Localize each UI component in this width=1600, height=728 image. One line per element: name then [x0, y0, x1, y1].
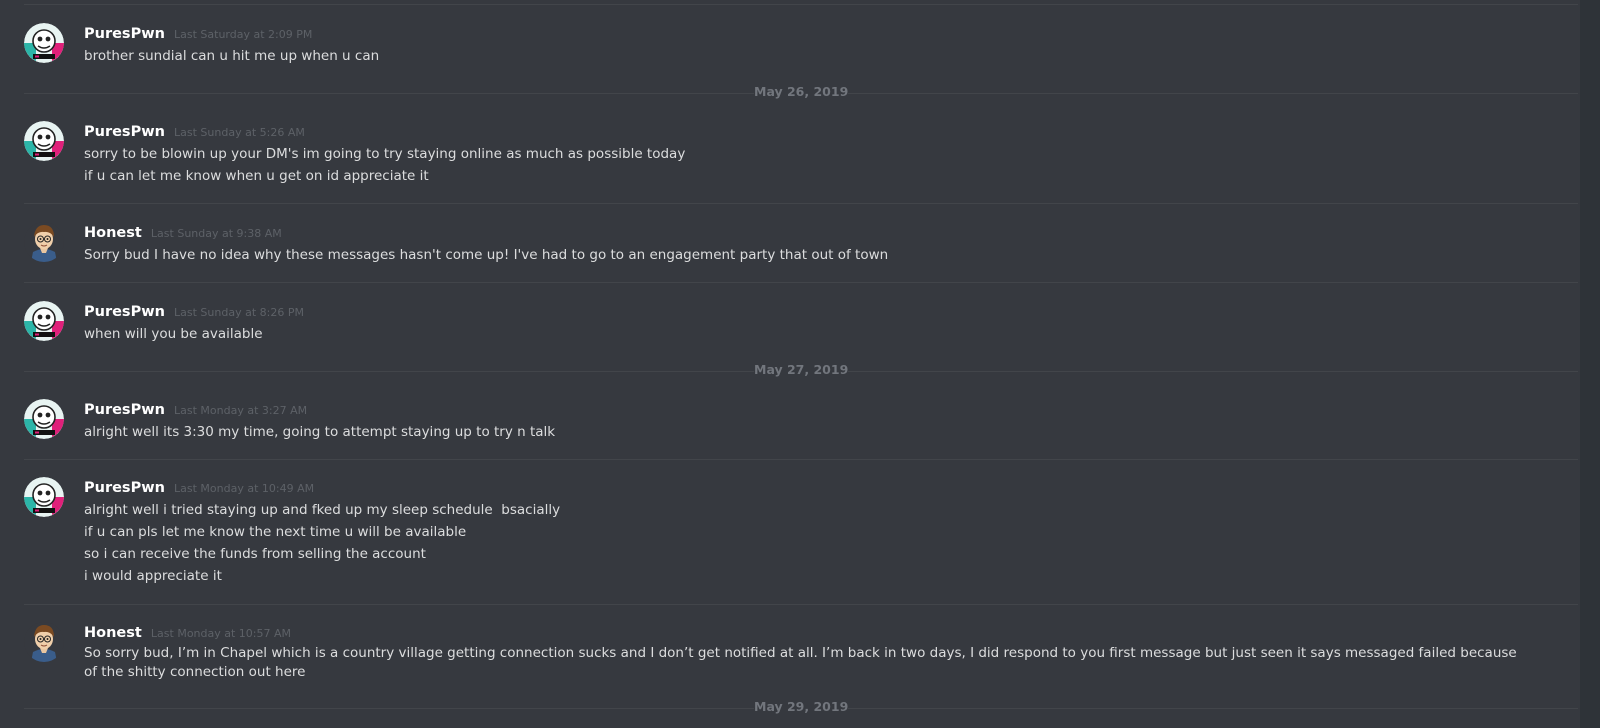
- message-body: alright well i tried staying up and fked…: [84, 499, 1534, 587]
- message-text: so i can receive the funds from selling …: [84, 546, 426, 562]
- date-divider-label: May 26, 2019: [754, 84, 849, 99]
- date-divider-label: May 29, 2019: [754, 699, 849, 714]
- message-header: Honest Last Sunday at 9:38 AM: [84, 222, 282, 242]
- timestamp: Last Saturday at 2:09 PM: [174, 28, 313, 41]
- username[interactable]: PuresPwn: [84, 480, 165, 496]
- message-text: alright well its 3:30 my time, going to …: [84, 424, 556, 440]
- timestamp: Last Monday at 10:49 AM: [174, 482, 315, 495]
- chat-message-list[interactable]: PuresPwn Last Saturday at 2:09 PM brothe…: [0, 0, 1600, 728]
- timestamp: Last Sunday at 9:38 AM: [150, 227, 282, 240]
- message-header: PuresPwn Last Monday at 3:27 AM: [84, 399, 307, 419]
- scrollbar-track[interactable]: [1580, 0, 1600, 728]
- skull-badge-avatar[interactable]: [24, 399, 64, 439]
- message-header: PuresPwn Last Monday at 10:49 AM: [84, 477, 314, 497]
- message-header: PuresPwn Last Sunday at 5:26 AM: [84, 121, 305, 141]
- message-separator: [24, 282, 1578, 283]
- message-separator: [24, 203, 1578, 204]
- username[interactable]: PuresPwn: [84, 124, 165, 140]
- message-text: Sorry bud I have no idea why these messa…: [84, 247, 889, 263]
- skull-badge-avatar[interactable]: [24, 23, 64, 63]
- timestamp: Last Sunday at 8:26 PM: [174, 306, 304, 319]
- message-text: So sorry bud, I’m in Chapel which is a c…: [84, 645, 1522, 680]
- date-divider: May 27, 2019: [24, 361, 1578, 381]
- timestamp: Last Monday at 10:57 AM: [150, 627, 292, 640]
- cartoon-boy-avatar[interactable]: [24, 222, 64, 262]
- date-divider: May 26, 2019: [24, 83, 1578, 103]
- message-text: if u can pls let me know the next time u…: [84, 524, 467, 540]
- message-separator: [24, 604, 1578, 605]
- message-text: sorry to be blowin up your DM's im going…: [84, 146, 686, 162]
- message-text: brother sundial can u hit me up when u c…: [84, 48, 380, 64]
- message-body: brother sundial can u hit me up when u c…: [84, 45, 1534, 67]
- timestamp: Last Sunday at 5:26 AM: [174, 126, 305, 139]
- skull-badge-avatar[interactable]: [24, 477, 64, 517]
- message-separator: [24, 4, 1578, 5]
- username[interactable]: Honest: [84, 225, 142, 241]
- message-body: So sorry bud, I’m in Chapel which is a c…: [84, 644, 1534, 682]
- skull-badge-avatar[interactable]: [24, 301, 64, 341]
- cartoon-boy-avatar[interactable]: [24, 622, 64, 662]
- message-body: Sorry bud I have no idea why these messa…: [84, 244, 1534, 266]
- username[interactable]: PuresPwn: [84, 402, 165, 418]
- message-header: Honest Last Monday at 10:57 AM: [84, 622, 291, 642]
- skull-badge-avatar[interactable]: [24, 121, 64, 161]
- message-text: when will you be available: [84, 326, 263, 342]
- date-divider: May 29, 2019: [24, 698, 1578, 718]
- timestamp: Last Monday at 3:27 AM: [174, 404, 308, 417]
- message-header: PuresPwn Last Saturday at 2:09 PM: [84, 23, 312, 43]
- message-body: when will you be available: [84, 323, 1534, 345]
- message-text: if u can let me know when u get on id ap…: [84, 168, 429, 184]
- message-text: i would appreciate it: [84, 568, 222, 584]
- message-body: alright well its 3:30 my time, going to …: [84, 421, 1534, 443]
- message-text: alright well i tried staying up and fked…: [84, 502, 561, 518]
- message-separator: [24, 459, 1578, 460]
- username[interactable]: PuresPwn: [84, 304, 165, 320]
- message-body: sorry to be blowin up your DM's im going…: [84, 143, 1534, 187]
- username[interactable]: Honest: [84, 625, 142, 641]
- date-divider-label: May 27, 2019: [754, 362, 849, 377]
- username[interactable]: PuresPwn: [84, 26, 165, 42]
- message-header: PuresPwn Last Sunday at 8:26 PM: [84, 301, 304, 321]
